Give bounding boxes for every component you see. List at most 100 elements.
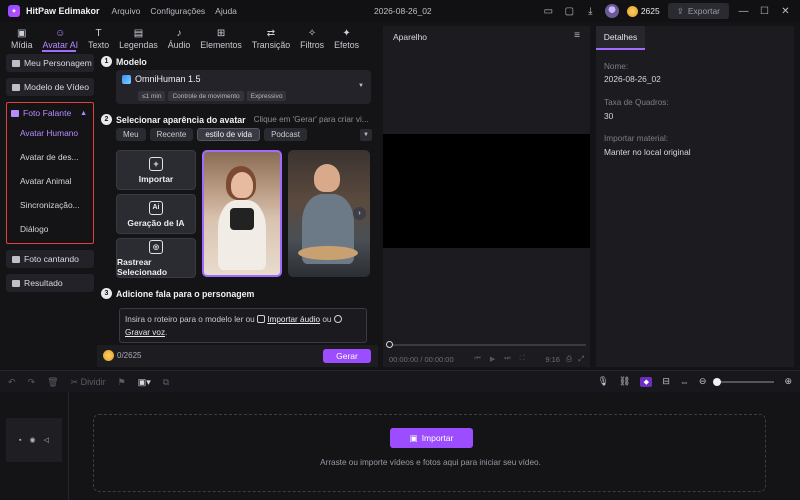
subitem-dialogo[interactable]: Diálogo: [7, 217, 93, 241]
close-icon[interactable]: ✕: [779, 5, 792, 18]
subitem-avatar-humano[interactable]: Avatar Humano: [7, 121, 93, 145]
volume-icon[interactable]: ◁: [44, 436, 49, 444]
user-avatar[interactable]: [604, 4, 619, 18]
tab-filtros[interactable]: ✧ Filtros: [295, 28, 329, 52]
track-selected-button[interactable]: ◎ Rastrear Selecionado: [116, 238, 196, 278]
audio-file-icon: [257, 315, 265, 323]
model-select[interactable]: OmniHuman 1.5 ≤1 min Controle de movimen…: [116, 70, 371, 104]
subitem-sincronizacao[interactable]: Sincronização...: [7, 193, 93, 217]
import-label: Importar: [421, 433, 454, 443]
fps-label: Taxa de Quadros:: [604, 98, 669, 107]
marker-icon[interactable]: ⚑: [118, 377, 126, 388]
record-icon: [333, 315, 342, 323]
sidebar-item-foto-falante[interactable]: Foto Falante ▲: [7, 105, 93, 121]
filter-recente[interactable]: Recente: [149, 128, 194, 141]
zoom-slider[interactable]: [713, 377, 775, 386]
record-voice-link[interactable]: Gravar voz: [125, 328, 165, 337]
lock-icon[interactable]: ▪: [19, 437, 21, 444]
text-tool-icon[interactable]: ▣▾: [138, 377, 151, 388]
sidebar-item-modelo-de-video[interactable]: Modelo de Vídeo: [6, 78, 94, 96]
tab-legendas[interactable]: ▤ Legendas: [114, 28, 163, 52]
undo-icon[interactable]: ↶: [8, 377, 16, 388]
previous-frame-icon[interactable]: ⏮: [475, 355, 481, 363]
playback-controls: 00:00:00 / 00:00:00 ⏮ ▶ ⏭ ⛶ 9:16 ⎙ ⤢: [383, 354, 590, 364]
step-aparencia: 2 Selecionar aparência do avatar Clique …: [101, 114, 369, 125]
visibility-icon[interactable]: ◉: [29, 436, 35, 444]
action-label: Geração de IA: [127, 217, 185, 228]
split-button[interactable]: ✂ Dividir: [71, 377, 106, 388]
generate-button[interactable]: Gerar: [323, 349, 371, 363]
export-label: Exportar: [687, 6, 720, 16]
download-icon[interactable]: ⤓: [584, 5, 597, 18]
filters-expand-button[interactable]: ▼: [360, 129, 372, 141]
chevron-right-icon[interactable]: ›: [353, 207, 366, 220]
redo-icon[interactable]: ↷: [28, 377, 36, 388]
play-icon[interactable]: ▶: [490, 355, 495, 363]
preview-title: Aparelho: [393, 32, 428, 42]
filter-meu[interactable]: Meu: [116, 128, 146, 141]
aspect-ratio[interactable]: 9:16: [545, 355, 560, 364]
sidebar-item-resultado[interactable]: Resultado: [6, 274, 94, 292]
audio-icon: ♪: [176, 28, 182, 39]
step-fala: 3 Adicione fala para o personagem: [101, 288, 254, 299]
minimize-icon[interactable]: —: [737, 5, 750, 18]
scrubber-handle[interactable]: [386, 341, 393, 348]
filter-podcast[interactable]: Podcast: [264, 128, 307, 141]
tab-transicao[interactable]: ⇄ Transição: [247, 28, 295, 52]
menu-icon[interactable]: ≡: [574, 30, 580, 41]
crop-icon[interactable]: ⧉: [163, 377, 169, 388]
sidebar-item-label: Meu Personagem: [24, 58, 92, 68]
tab-avatar-ai[interactable]: ☺ Avatar AI: [38, 28, 84, 52]
photo-icon: [11, 109, 19, 117]
link-icon[interactable]: ⛓: [619, 376, 630, 387]
delete-icon[interactable]: 🗑: [47, 377, 58, 388]
tab-midia[interactable]: ▣ Mídia: [6, 28, 38, 52]
export-button[interactable]: ⇪ Exportar: [667, 3, 729, 19]
tab-audio[interactable]: ♪ Áudio: [163, 28, 196, 52]
next-frame-icon[interactable]: ⏭: [504, 355, 510, 363]
import-avatar-button[interactable]: + Importar: [116, 150, 196, 190]
model-tag: Controle de movimento: [168, 91, 244, 101]
zoom-out-icon[interactable]: ⊖: [699, 376, 707, 387]
ai-icon: Ai: [149, 200, 163, 215]
sidebar-item-label: Foto cantando: [24, 254, 79, 264]
magnet-icon[interactable]: ◆: [640, 376, 653, 387]
timeline-import-button[interactable]: ▣ Importar: [390, 428, 473, 448]
split-label: Dividir: [80, 377, 106, 387]
fit-icon[interactable]: ⇔: [680, 377, 689, 387]
zoom-in-icon[interactable]: ⊕: [784, 376, 792, 387]
subitem-avatar-desenho[interactable]: Avatar de des...: [7, 145, 93, 169]
subitem-avatar-animal[interactable]: Avatar Animal: [7, 169, 93, 193]
microphone-icon[interactable]: 🎙: [597, 376, 608, 387]
menu-configuracoes[interactable]: Configurações: [150, 6, 205, 16]
split-view-icon[interactable]: ⊟: [662, 376, 670, 387]
feedback-icon[interactable]: ▢: [563, 5, 576, 18]
menu-ajuda[interactable]: Ajuda: [215, 6, 237, 16]
credits-badge[interactable]: 2625: [626, 5, 660, 17]
model-name-text: OmniHuman 1.5: [135, 74, 201, 84]
snapshot-icon[interactable]: ⎙: [566, 354, 572, 364]
fullscreen-icon[interactable]: ⛶: [520, 355, 525, 363]
tab-efetos[interactable]: ✦ Efetos: [329, 28, 364, 52]
media-dropzone[interactable]: ▣ Importar Arraste ou importe vídeos e f…: [93, 414, 766, 492]
name-value: 2026-08-26_02: [604, 74, 661, 84]
menu-arquivo[interactable]: Arquivo: [112, 6, 141, 16]
document-title: 2026-08-26_02: [374, 6, 432, 16]
tab-detalhes[interactable]: Detalhes: [596, 26, 645, 50]
tab-texto[interactable]: T Texto: [83, 28, 114, 52]
sidebar-item-meu-personagem[interactable]: Meu Personagem: [6, 54, 94, 72]
maximize-icon[interactable]: ☐: [758, 5, 771, 18]
avatar-thumbnail-woman[interactable]: [202, 150, 282, 277]
expand-icon[interactable]: ⤢: [578, 354, 584, 364]
filter-estilo-de-vida[interactable]: estilo de vida: [197, 128, 261, 141]
script-input[interactable]: Insira o roteiro para o modelo ler ou Im…: [119, 308, 367, 343]
zoom-handle[interactable]: [713, 377, 722, 386]
playback-scrubber[interactable]: [388, 344, 586, 346]
import-audio-link[interactable]: Importar áudio: [267, 315, 320, 324]
tab-elementos[interactable]: ⊞ Elementos: [195, 28, 247, 52]
ai-generation-button[interactable]: Ai Geração de IA: [116, 194, 196, 234]
sidebar-item-foto-cantando[interactable]: Foto cantando: [6, 250, 94, 268]
layout-icon[interactable]: ▭: [542, 5, 555, 18]
tab-label: Legendas: [119, 40, 158, 50]
preview-panel: Aparelho ≡ 00:00:00 / 00:00:00 ⏮ ▶ ⏭ ⛶ 9…: [383, 26, 590, 367]
